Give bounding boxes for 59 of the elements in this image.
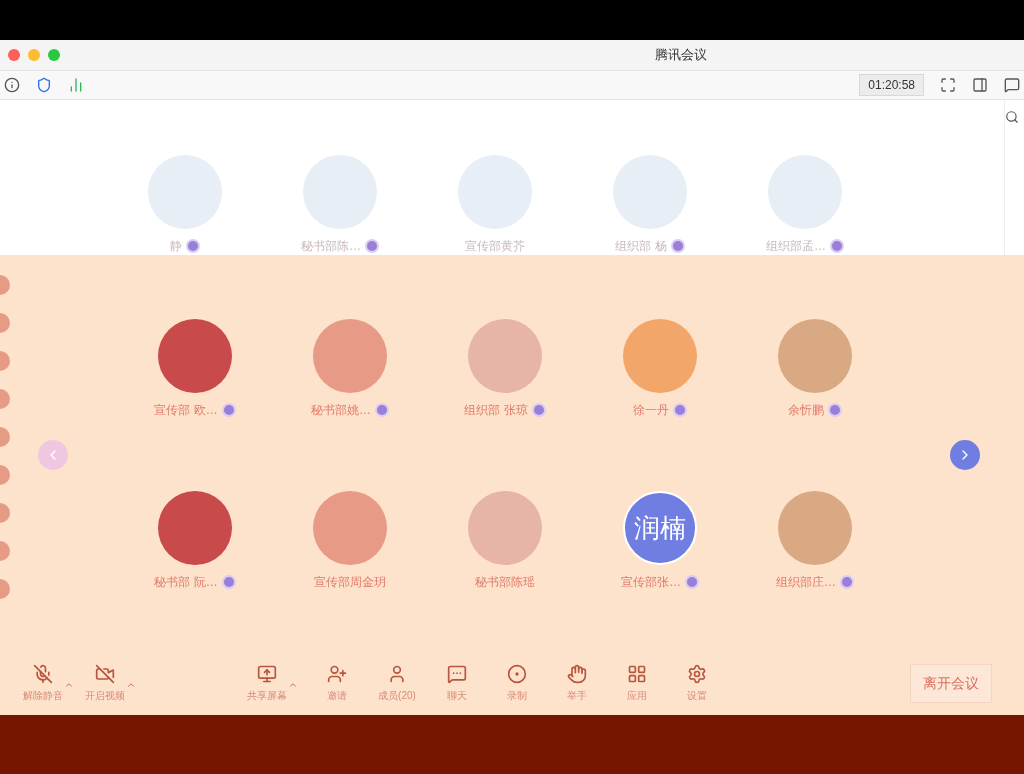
record-icon [507, 663, 527, 684]
avatar-thumbnail-placeholder [0, 503, 10, 523]
toolbar-button[interactable]: 设置 [676, 663, 718, 703]
participant-name: 宣传部张… [621, 574, 681, 591]
video-icon [95, 663, 115, 684]
maximize-window-icon[interactable] [48, 49, 60, 61]
avatar-thumbnail-placeholder [0, 541, 10, 561]
shield-icon[interactable] [36, 77, 52, 93]
participant-name: 秘书部陈瑶 [475, 574, 535, 591]
search-icon[interactable] [1005, 110, 1019, 124]
avatar-thumbnail-placeholder [0, 465, 10, 485]
avatar-initials: 润楠 [623, 491, 697, 565]
toolbar-button[interactable]: 举手 [556, 663, 598, 703]
participant-name: 徐一丹 [633, 402, 669, 419]
participant-name: 组织部 杨 [615, 238, 667, 255]
participant-name: 静 [170, 238, 182, 255]
toolbar-button[interactable]: 录制 [496, 663, 538, 703]
avatar-thumbnail-placeholder [0, 351, 10, 371]
avatar-thumbnail-placeholder [0, 275, 10, 295]
apps-icon [627, 663, 647, 684]
hand-icon [567, 663, 587, 684]
toolbar-button[interactable]: 解除静音 [22, 663, 64, 703]
participant-name: 宣传部 欧… [154, 402, 218, 419]
share-icon [257, 663, 277, 684]
members-icon [387, 663, 407, 684]
window-title: 腾讯会议 [655, 46, 707, 65]
chat-icon[interactable] [1004, 77, 1020, 93]
participant-name: 余忻鹏 [788, 402, 824, 419]
participant-name: 秘书部陈… [301, 238, 361, 255]
invite-icon [327, 663, 347, 684]
avatar-thumbnail-placeholder [0, 427, 10, 447]
toolbar-button[interactable]: 聊天 [436, 663, 478, 703]
leave-meeting-button[interactable]: 离开会议 [910, 663, 992, 703]
participant-name: 宣传部周金玥 [314, 574, 386, 591]
close-window-icon[interactable] [8, 49, 20, 61]
participant-name: 秘书部姚… [311, 402, 371, 419]
toolbar-button[interactable]: 邀请 [316, 663, 358, 703]
sidebar-panel-icon[interactable] [972, 77, 988, 93]
meeting-timer: 01:20:58 [859, 74, 924, 96]
toolbar-button[interactable]: 共享屏幕 [246, 663, 288, 703]
signal-icon[interactable] [68, 77, 84, 93]
chat-icon [447, 663, 467, 684]
minimize-window-icon[interactable] [28, 49, 40, 61]
avatar-thumbnail-placeholder [0, 313, 10, 333]
participant-name: 秘书部 阮… [154, 574, 218, 591]
participant-name: 组织部 张琼 [464, 402, 528, 419]
mic-icon [33, 663, 53, 684]
participant-name: 组织部孟… [766, 238, 826, 255]
toolbar-button[interactable]: 成员(20) [376, 663, 418, 703]
next-page-button[interactable] [950, 440, 980, 470]
participant-name: 组织部庄… [776, 574, 836, 591]
avatar-thumbnail-placeholder [0, 389, 10, 409]
toolbar-button[interactable]: 应用 [616, 663, 658, 703]
avatar-thumbnail-placeholder [0, 579, 10, 599]
participant-name: 宣传部黄芥 [465, 238, 525, 255]
info-icon[interactable] [4, 77, 20, 93]
toolbar-button[interactable]: 开启视频 [84, 663, 126, 703]
settings-icon [687, 663, 707, 684]
fullscreen-icon[interactable] [940, 77, 956, 93]
